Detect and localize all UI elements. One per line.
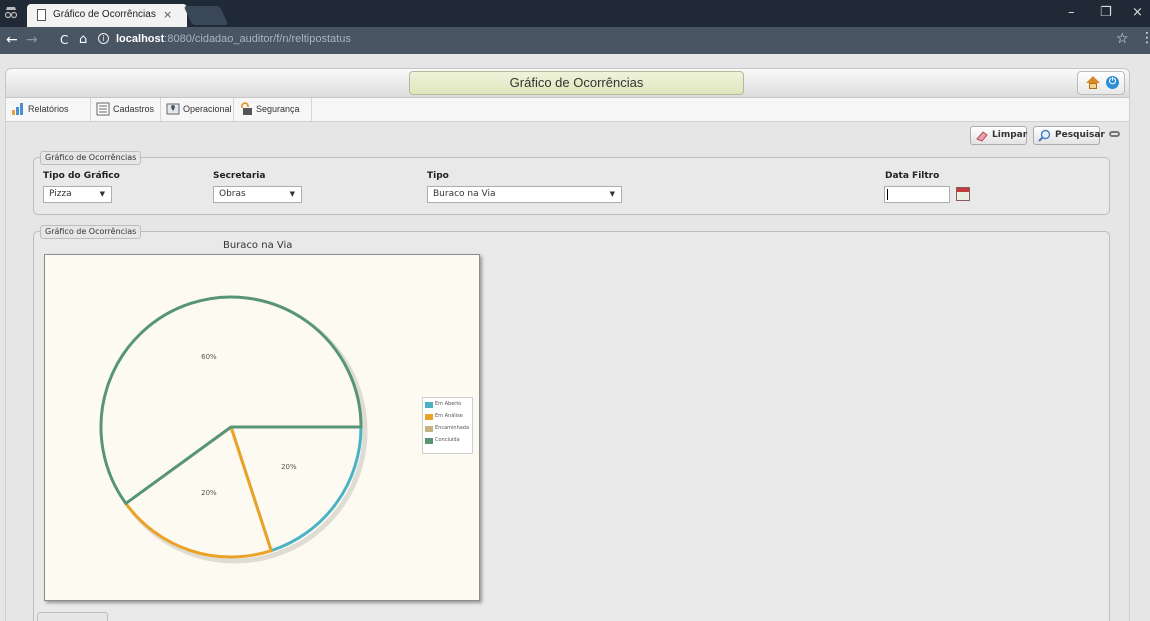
type-label: Tipo xyxy=(427,171,449,181)
search-button[interactable]: Pesquisar xyxy=(1033,126,1105,145)
text-cursor xyxy=(887,189,888,200)
home-button[interactable]: ⌂ xyxy=(79,32,87,47)
legend-item: Encaminhada xyxy=(425,424,470,436)
forward-button[interactable]: → xyxy=(26,32,38,48)
incognito-icon xyxy=(4,4,18,20)
menu-item-label: Segurança xyxy=(256,104,300,114)
page-title: Gráfico de Ocorrências xyxy=(409,71,744,95)
close-window-button[interactable]: × xyxy=(1132,5,1143,20)
minimize-button[interactable]: – xyxy=(1068,5,1075,20)
legend-item: Em Aberto xyxy=(425,400,470,412)
logout-icon[interactable]: ⏻ xyxy=(1106,76,1119,89)
legend-label: Concluída xyxy=(435,437,460,443)
chevron-down-icon: ▼ xyxy=(609,190,615,198)
new-tab-button[interactable] xyxy=(183,6,229,25)
menu-item-label: Cadastros xyxy=(113,104,155,114)
main-menu: Relatórios Cadastros Operacional Seguran… xyxy=(5,98,1130,122)
menu-item-seguranca[interactable]: Segurança xyxy=(234,98,312,121)
bookmark-star-icon[interactable]: ☆ xyxy=(1116,31,1129,47)
list-icon xyxy=(96,102,110,116)
clear-label: Limpar xyxy=(992,130,1028,140)
content-area: Limpar Pesquisar Gráfico de Ocorrências … xyxy=(5,122,1130,621)
link-icon[interactable] xyxy=(1109,131,1120,137)
pie-chart-svg: 20% 20% 60% xyxy=(99,295,368,564)
menu-item-cadastros[interactable]: Cadastros xyxy=(91,98,161,121)
app-area: Gráfico de Ocorrências ⏻ Relatórios Cada… xyxy=(0,54,1150,621)
document-icon xyxy=(37,9,46,21)
chart-type-value: Pizza xyxy=(49,189,72,199)
department-select[interactable]: Obras ▼ xyxy=(213,186,302,203)
menu-item-operacional[interactable]: Operacional xyxy=(161,98,234,121)
pie-slice-label: 20% xyxy=(201,489,217,497)
type-value: Buraco na Via xyxy=(433,189,496,199)
date-filter-label: Data Filtro xyxy=(885,171,940,181)
header-buttons: ⏻ xyxy=(1077,71,1125,95)
home-icon[interactable] xyxy=(1086,76,1100,89)
pie-slice-label: 60% xyxy=(201,353,217,361)
legend-label: Encaminhada xyxy=(435,425,470,431)
pie-chart: 20% 20% 60% Em Aberto Em Análise Encaminhada… xyxy=(44,254,480,601)
bar-chart-icon xyxy=(11,102,25,116)
legend-swatch xyxy=(425,414,433,420)
chevron-down-icon: ▼ xyxy=(99,190,105,198)
browser-tab-bar: Gráfico de Ocorrências × – ❐ × xyxy=(0,0,1150,27)
browser-address-bar: ← → C ⌂ i localhost:8080/cidadao_auditor… xyxy=(0,27,1150,54)
legend-swatch xyxy=(425,438,433,444)
pie-slice-label: 20% xyxy=(281,463,297,471)
reload-button[interactable]: C xyxy=(60,33,68,47)
search-icon xyxy=(1038,129,1051,142)
department-label: Secretaria xyxy=(213,171,266,181)
maximize-button[interactable]: ❐ xyxy=(1100,5,1112,20)
legend-item: Em Análise xyxy=(425,412,470,424)
legend-swatch xyxy=(425,426,433,432)
menu-item-relatorios[interactable]: Relatórios xyxy=(6,98,91,121)
search-label: Pesquisar xyxy=(1055,130,1105,140)
clear-button[interactable]: Limpar xyxy=(970,126,1027,145)
date-filter-input[interactable] xyxy=(884,186,950,203)
legend-label: Em Análise xyxy=(435,413,463,419)
url-host: localhost xyxy=(116,33,165,45)
url-field[interactable]: i localhost:8080/cidadao_auditor/f/n/rel… xyxy=(96,31,1096,50)
menu-item-label: Operacional xyxy=(183,104,232,114)
filter-panel-legend: Gráfico de Ocorrências xyxy=(40,151,142,165)
chart-type-select[interactable]: Pizza ▼ xyxy=(43,186,112,203)
calendar-icon[interactable] xyxy=(956,187,970,201)
lock-icon xyxy=(239,102,253,116)
menu-item-label: Relatórios xyxy=(28,104,69,114)
type-select[interactable]: Buraco na Via ▼ xyxy=(427,186,622,203)
map-icon xyxy=(166,102,180,116)
legend-swatch xyxy=(425,402,433,408)
chevron-down-icon: ▼ xyxy=(289,190,295,198)
legend-item: Concluída xyxy=(425,436,470,448)
info-icon[interactable]: i xyxy=(98,33,109,44)
legend-label: Em Aberto xyxy=(435,401,462,407)
chart-panel: Gráfico de Ocorrências Buraco na Via 20%… xyxy=(33,225,1110,621)
tab-close-icon[interactable]: × xyxy=(163,8,172,21)
chart-type-label: Tipo do Gráfico xyxy=(43,171,120,181)
chart-title: Buraco na Via xyxy=(223,240,293,251)
department-value: Obras xyxy=(219,189,246,199)
browser-menu-icon[interactable]: ⋮ xyxy=(1140,30,1150,46)
back-button[interactable]: ← xyxy=(6,32,18,48)
browser-tab[interactable]: Gráfico de Ocorrências × xyxy=(27,4,187,27)
filter-panel: Gráfico de Ocorrências Tipo do Gráfico P… xyxy=(33,151,1110,215)
chart-panel-legend: Gráfico de Ocorrências xyxy=(40,225,142,239)
chart-legend: Em Aberto Em Análise Encaminhada Concluída xyxy=(422,397,473,454)
tab-title: Gráfico de Ocorrências xyxy=(53,9,156,20)
url-text: localhost:8080/cidadao_auditor/f/n/relti… xyxy=(116,33,351,45)
eraser-icon xyxy=(975,129,988,142)
app-header: Gráfico de Ocorrências ⏻ xyxy=(5,68,1130,98)
bottom-panel-legend xyxy=(37,612,108,621)
url-path: :8080/cidadao_auditor/f/n/reltipostatus xyxy=(164,33,351,45)
